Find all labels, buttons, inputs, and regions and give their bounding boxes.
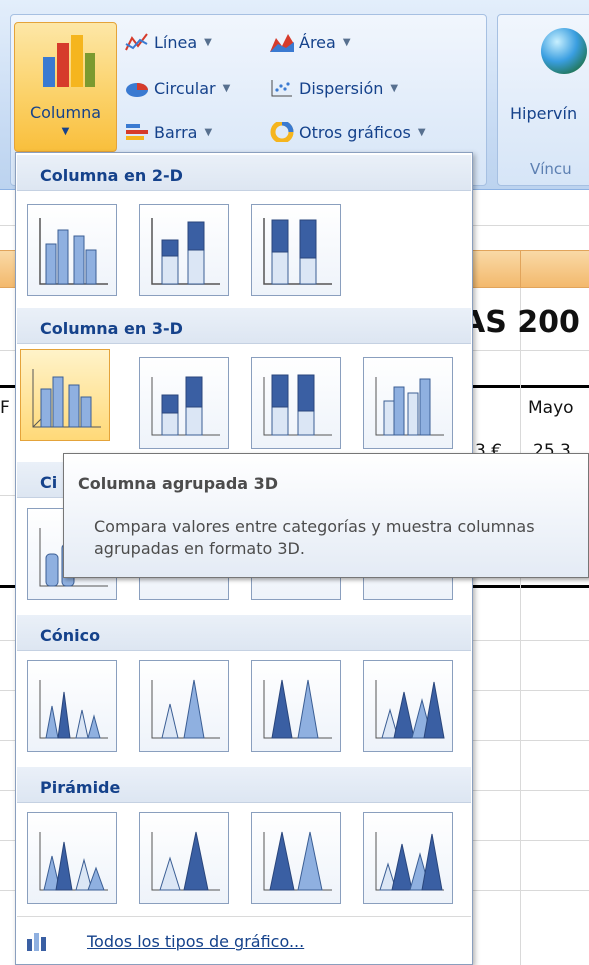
bar-chart-button[interactable]: Barra ▼: [125, 118, 212, 146]
pyramid-clustered-tile[interactable]: [27, 812, 117, 904]
cone-clustered-tile[interactable]: [27, 660, 117, 752]
line-chart-icon: [125, 33, 148, 51]
column-chart-icon: [43, 35, 95, 87]
column-3d-tile[interactable]: [363, 357, 453, 449]
chevron-down-icon: ▼: [204, 36, 212, 48]
tooltip: Columna agrupada 3D Compara valores entr…: [63, 453, 589, 578]
cone-stacked-tile[interactable]: [139, 660, 229, 752]
area-chart-label: Área: [299, 32, 336, 52]
section-header: Columna en 2-D: [17, 155, 471, 191]
chevron-down-icon: ▼: [61, 126, 70, 137]
chart-thumbnail-icon: [263, 679, 332, 739]
column-2d-clustered-tile[interactable]: [27, 204, 117, 296]
all-chart-types-label: Todos los tipos de gráfico...: [87, 932, 305, 951]
other-charts-button[interactable]: Otros gráficos ▼: [270, 118, 426, 146]
section-header: Columna en 3-D: [17, 308, 471, 344]
column-3d-clustered-tile[interactable]: [20, 349, 110, 441]
chart-thumbnail-icon: [39, 218, 108, 285]
chart-thumbnail-icon: [263, 374, 332, 436]
pie-chart-icon: [126, 83, 148, 97]
bar-chart-label: Barra: [154, 122, 198, 142]
chevron-down-icon: ▼: [342, 36, 351, 48]
cone-3d-tile[interactable]: [363, 660, 453, 752]
tooltip-title: Columna agrupada 3D: [78, 474, 279, 493]
tooltip-description: Compara valores entre categorías y muest…: [94, 517, 535, 558]
pyramid-stacked-tile[interactable]: [139, 812, 229, 904]
area-chart-button[interactable]: Área ▼: [270, 28, 351, 56]
pyramid-3d-tile[interactable]: [363, 812, 453, 904]
section-header: Cónico: [17, 615, 471, 651]
chart-thumbnail-icon: [263, 218, 332, 285]
sheet-title-fragment: AS 200: [462, 305, 580, 340]
column-3d-stacked-tile[interactable]: [139, 357, 229, 449]
other-charts-label: Otros gráficos: [299, 122, 411, 142]
chart-thumbnail-icon: [151, 218, 220, 285]
chart-thumbnail-icon: [375, 832, 444, 891]
all-chart-types-item[interactable]: Todos los tipos de gráfico...: [17, 916, 471, 961]
chart-thumbnail-icon: [39, 832, 108, 891]
line-chart-label: Línea: [154, 32, 198, 52]
chevron-down-icon: ▼: [390, 82, 399, 94]
chevron-down-icon: ▼: [222, 82, 231, 94]
line-chart-button[interactable]: Línea ▼: [125, 28, 212, 56]
globe-icon[interactable]: [541, 28, 587, 74]
section-header: Pirámide: [17, 767, 471, 803]
sheet-left-fragment: F: [0, 398, 10, 418]
column-chart-label: Columna: [29, 103, 102, 122]
scatter-chart-icon: [271, 80, 292, 97]
pie-chart-button[interactable]: Circular ▼: [125, 74, 230, 102]
sheet-header-cell: Mayo: [528, 398, 574, 418]
chevron-down-icon: ▼: [417, 126, 426, 138]
chart-thumbnail-icon: [151, 679, 220, 739]
chevron-down-icon: ▼: [204, 126, 213, 138]
bar-chart-icon: [126, 124, 148, 140]
scatter-chart-button[interactable]: Dispersión ▼: [270, 74, 398, 102]
pyramid-100-stacked-tile[interactable]: [251, 812, 341, 904]
hyperlink-button-label[interactable]: Hipervín: [510, 104, 577, 123]
column-2d-stacked-tile[interactable]: [139, 204, 229, 296]
chart-thumbnail-icon: [32, 369, 101, 428]
scatter-chart-label: Dispersión: [299, 78, 384, 98]
chart-thumbnail-icon: [375, 377, 444, 436]
cone-100-stacked-tile[interactable]: [251, 660, 341, 752]
donut-chart-icon: [270, 122, 294, 142]
column-chart-button[interactable]: Columna ▼: [14, 22, 117, 152]
area-chart-icon: [270, 34, 294, 52]
chart-thumbnail-icon: [151, 831, 220, 891]
links-group-label: Víncu: [530, 160, 572, 178]
pie-chart-label: Circular: [154, 78, 216, 98]
chart-thumbnail-icon: [39, 680, 108, 739]
chart-types-icon: [27, 933, 46, 951]
column-3d-100-stacked-tile[interactable]: [251, 357, 341, 449]
column-2d-100-stacked-tile[interactable]: [251, 204, 341, 296]
chart-thumbnail-icon: [151, 376, 220, 436]
chart-thumbnail-icon: [375, 680, 445, 739]
chart-thumbnail-icon: [263, 831, 332, 891]
